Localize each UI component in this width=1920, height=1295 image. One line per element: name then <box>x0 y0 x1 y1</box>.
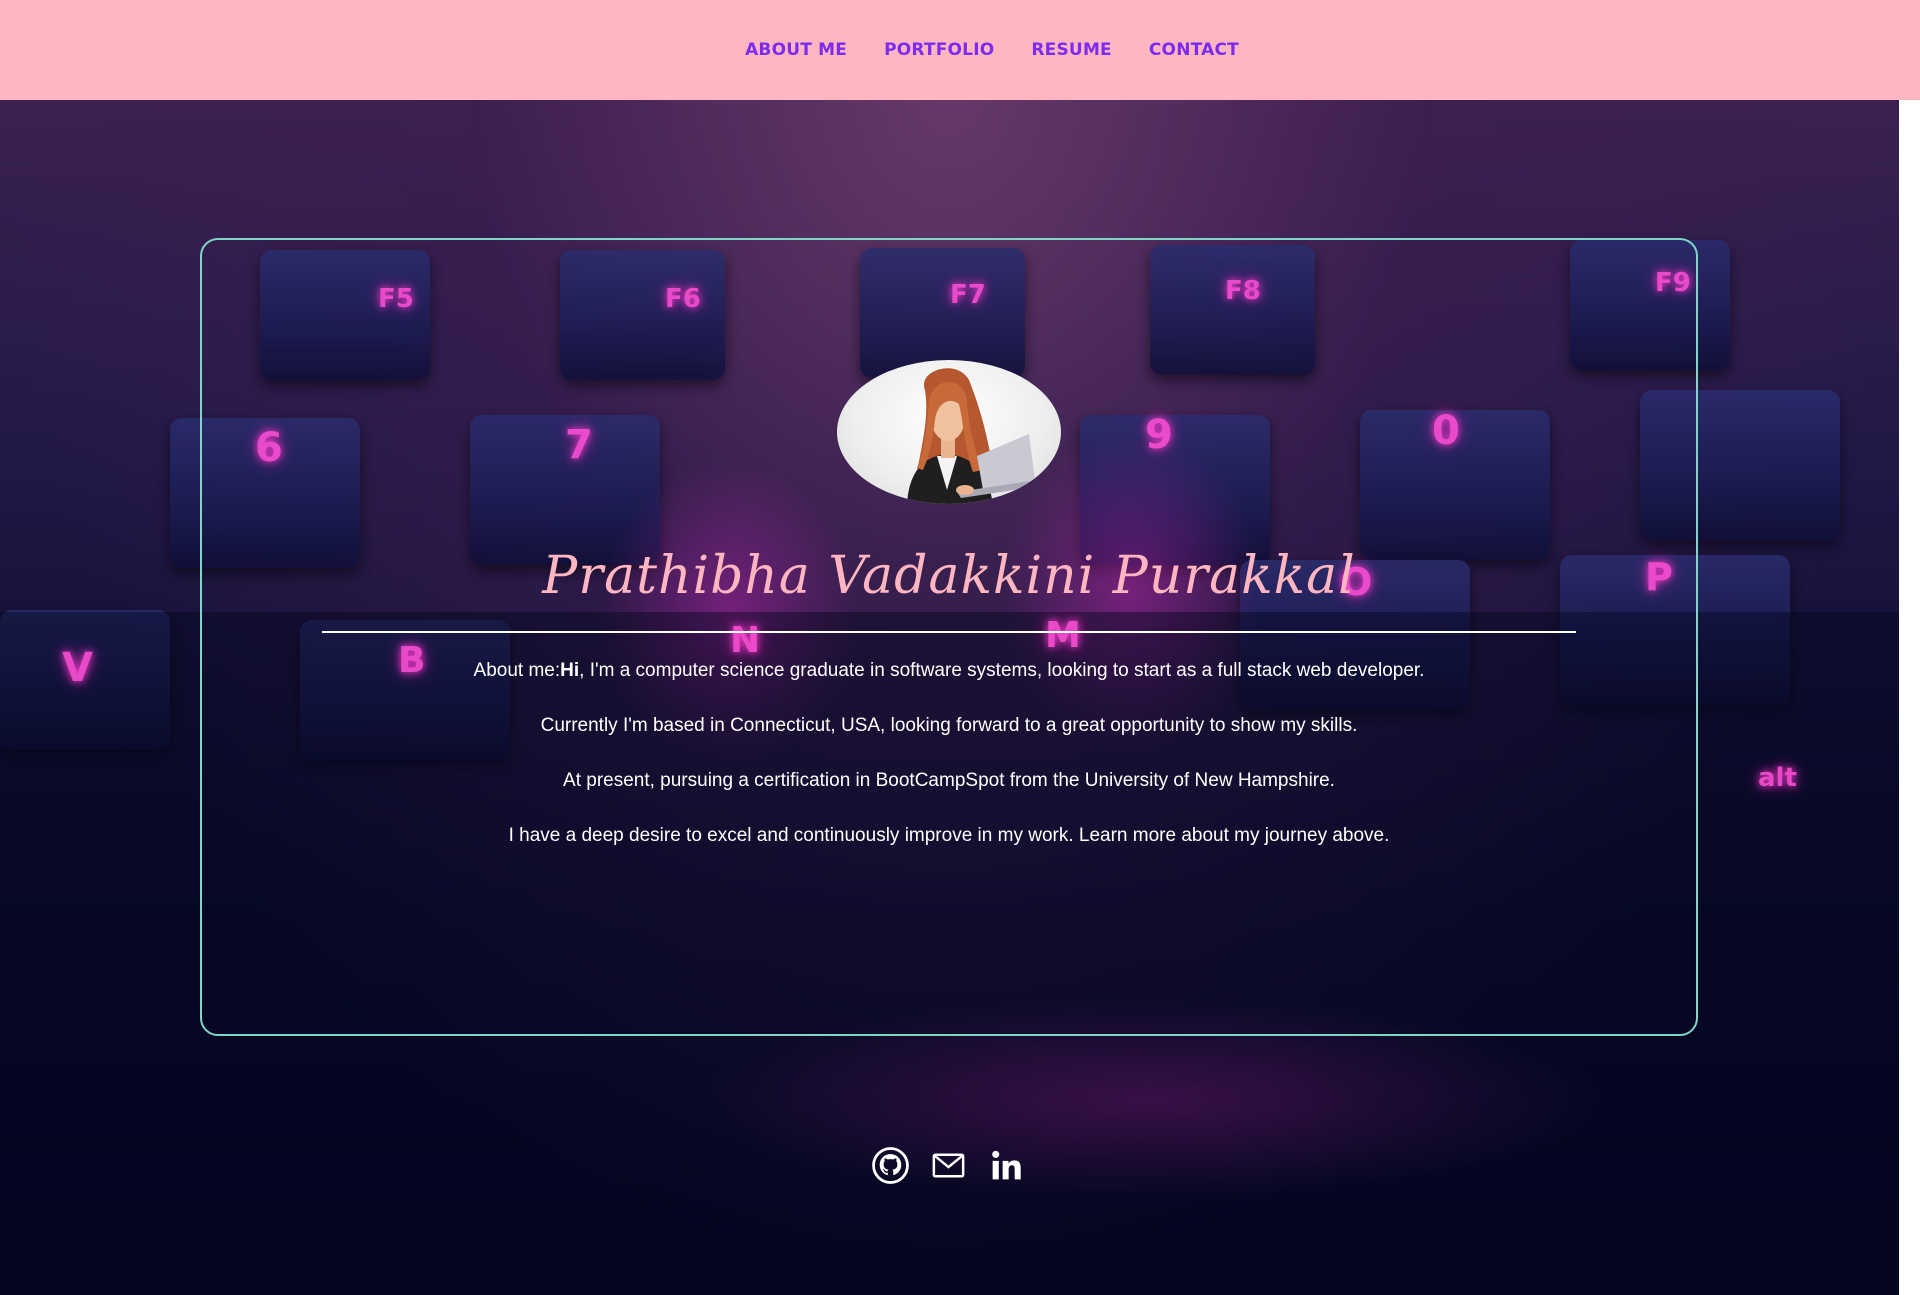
nav-link-portfolio[interactable]: PORTFOLIO <box>884 40 994 60</box>
name-divider <box>322 631 1576 633</box>
about-hi: Hi <box>560 660 580 681</box>
mail-icon-graphic <box>932 1153 965 1178</box>
about-section: About me:Hi, I'm a computer science grad… <box>0 660 1898 880</box>
linkedin-icon[interactable] <box>988 1147 1025 1184</box>
about-paragraph-3: At present, pursuing a certification in … <box>563 770 1335 791</box>
github-icon-graphic <box>872 1147 909 1184</box>
about-paragraph-1: About me:Hi, I'm a computer science grad… <box>0 660 1898 682</box>
about-prefix: About me: <box>473 660 561 681</box>
linkedin-icon-graphic <box>992 1150 1021 1180</box>
page: ABOUT ME PORTFOLIO RESUME CONTACT F5 F6 … <box>0 0 1920 1295</box>
nav-link-resume[interactable]: RESUME <box>1031 40 1111 60</box>
nav-list: ABOUT ME PORTFOLIO RESUME CONTACT <box>745 40 1239 60</box>
avatar-illustration <box>907 368 1041 504</box>
about-paragraph-4: I have a deep desire to excel and contin… <box>508 825 1390 846</box>
profile-avatar <box>837 360 1061 504</box>
profile-name: Prathibha Vadakkini Purakkal <box>542 546 1356 606</box>
profile-card <box>200 238 1698 1036</box>
nav-item-contact: CONTACT <box>1149 40 1239 60</box>
nav-link-contact[interactable]: CONTACT <box>1149 40 1239 60</box>
about-line1-text: , I'm a computer science graduate in sof… <box>579 660 1425 681</box>
top-navigation: ABOUT ME PORTFOLIO RESUME CONTACT <box>0 0 1920 100</box>
mail-icon[interactable] <box>930 1147 967 1184</box>
social-links <box>872 1147 1025 1184</box>
nav-link-about-me[interactable]: ABOUT ME <box>745 40 847 60</box>
nav-item-resume: RESUME <box>1031 40 1111 60</box>
nav-item-about: ABOUT ME <box>745 40 847 60</box>
page-edge-strip <box>1899 100 1920 1295</box>
about-paragraph-2: Currently I'm based in Connecticut, USA,… <box>540 715 1358 736</box>
nav-item-portfolio: PORTFOLIO <box>884 40 994 60</box>
github-icon[interactable] <box>872 1147 909 1184</box>
